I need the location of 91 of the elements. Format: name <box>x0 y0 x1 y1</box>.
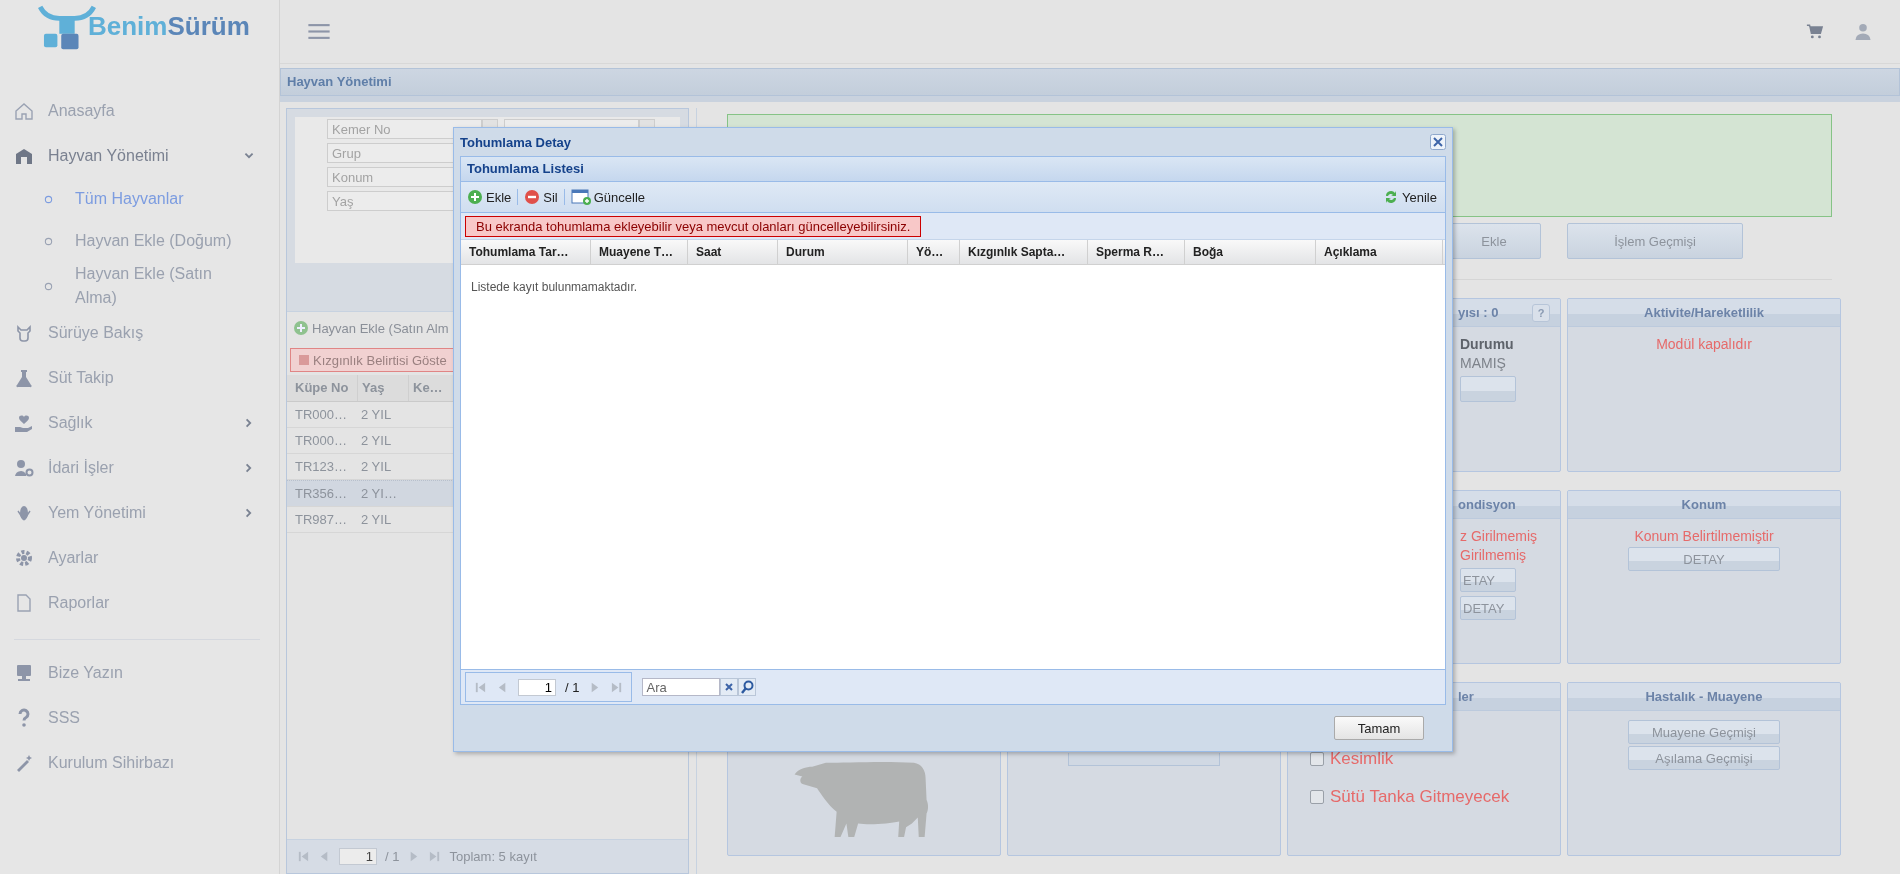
nav-subitem[interactable]: Tüm Hayvanlar <box>14 178 279 220</box>
column-header[interactable]: Açıklama <box>1316 240 1443 264</box>
nav-item[interactable]: Bize Yazın <box>14 650 279 695</box>
add-animal-button[interactable]: Hayvan Ekle (Satın Alm <box>293 320 449 336</box>
checkbox-label[interactable]: Sütü Tanka Gitmeyecek <box>1310 787 1510 807</box>
status-text: Durumu <box>1460 335 1514 353</box>
page-field[interactable]: 1 <box>339 848 377 865</box>
page-count: / 1 <box>385 849 400 864</box>
nav-subitem[interactable]: Hayvan Ekle (Satın Alma) <box>14 262 279 310</box>
cow-head-icon <box>14 322 34 343</box>
ok-button[interactable]: Tamam <box>1334 716 1424 740</box>
detail-button[interactable]: Muayene Geçmişi <box>1628 720 1780 744</box>
card-title: yısı : 0 <box>1458 305 1499 320</box>
blank-button[interactable] <box>1460 376 1516 402</box>
help-button[interactable]: ? <box>1532 304 1550 322</box>
first-page-icon[interactable] <box>474 680 487 694</box>
card-title: ondisyon <box>1458 497 1516 512</box>
column-header[interactable]: Yö… <box>908 240 960 264</box>
circle-icon <box>44 194 53 204</box>
flask-icon <box>14 367 34 388</box>
last-page-icon[interactable] <box>610 680 624 694</box>
logo-text: BenimSürüm <box>88 10 250 42</box>
window-add-icon <box>570 189 591 205</box>
panel-title-bar: Tohumlama Listesi <box>461 157 1445 182</box>
card-title: Hastalık - Muayene <box>1645 689 1763 704</box>
status-text: MAMIŞ <box>1460 354 1506 372</box>
detail-button[interactable]: DETAY <box>1460 596 1516 620</box>
card-title: Konum <box>1681 497 1727 512</box>
circle-icon <box>44 236 53 246</box>
circle-icon <box>44 281 53 291</box>
column-header[interactable]: Küpe No <box>291 375 358 401</box>
nav-item[interactable]: Ayarlar <box>14 535 279 580</box>
card-title: Aktivite/Hareketlilik <box>1644 305 1764 320</box>
detail-button[interactable]: DETAY <box>1628 547 1780 571</box>
column-header[interactable]: Boğa <box>1185 240 1316 264</box>
column-header[interactable]: Saat <box>688 240 778 264</box>
monitor-icon <box>14 662 34 683</box>
cart-icon[interactable] <box>1806 23 1824 40</box>
last-page-icon[interactable] <box>428 850 442 863</box>
empty-message: Listede kayıt bulunmamaktadır. <box>471 280 638 294</box>
plus-icon <box>293 320 309 336</box>
nav-item[interactable]: İdari İşler <box>14 445 279 490</box>
detail-button[interactable]: Aşılama Geçmişi <box>1628 746 1780 770</box>
page-field[interactable]: 1 <box>518 678 556 696</box>
status-text: Konum Belirtilmemiştir <box>1634 527 1774 545</box>
status-text: z Girilmemiş <box>1460 527 1537 545</box>
nav-item[interactable]: Anasayfa <box>14 88 279 133</box>
refresh-button[interactable]: Yenile <box>1383 189 1437 205</box>
nav-item[interactable]: Sağlık <box>14 400 279 445</box>
nav-item[interactable]: Sürüye Bakış <box>14 310 279 355</box>
notice-message: Bu ekranda tohumlama ekleyebilir veya mevcut olanları güncelleyebilirsiniz. <box>465 215 922 237</box>
status-text: Modül kapalıdır <box>1656 335 1752 353</box>
panel-title-bar: Hayvan Yönetimi <box>280 68 1900 96</box>
menu-icon[interactable] <box>308 23 330 40</box>
settings-icon <box>14 547 34 568</box>
user-icon[interactable] <box>1854 23 1872 40</box>
column-header[interactable]: Durum <box>778 240 908 264</box>
minus-icon <box>524 189 541 205</box>
nav-item[interactable]: Yem Yönetimi <box>14 490 279 535</box>
close-icon[interactable] <box>1430 134 1446 150</box>
nav-item[interactable]: Süt Takip <box>14 355 279 400</box>
clear-icon[interactable] <box>720 678 739 696</box>
nav-item[interactable]: Hayvan Yönetimi <box>14 133 279 178</box>
card-title: ler <box>1458 689 1474 704</box>
search-icon[interactable] <box>738 678 757 696</box>
first-page-icon[interactable] <box>297 850 310 863</box>
column-header[interactable]: Tohumlama Tar… <box>461 240 591 264</box>
record-count: Toplam: 5 kayıt <box>449 849 537 864</box>
checkbox[interactable] <box>1310 752 1324 766</box>
nav-item[interactable]: Raporlar <box>14 580 279 625</box>
user-gear-icon <box>14 457 34 478</box>
search-field[interactable]: Ara <box>642 678 721 696</box>
column-header[interactable]: Muayene T… <box>591 240 688 264</box>
plus-icon <box>467 189 483 205</box>
nav-item[interactable]: SSS <box>14 695 279 740</box>
home-icon <box>14 100 34 121</box>
checkbox-label[interactable]: Kesimlik <box>1310 749 1510 769</box>
column-header[interactable]: Kızgınlık Sapta… <box>960 240 1088 264</box>
column-header[interactable]: Yaş <box>358 375 409 401</box>
delete-button[interactable]: Sil <box>524 189 558 205</box>
column-header[interactable]: Sperma R… <box>1088 240 1185 264</box>
file-icon <box>14 592 34 613</box>
blank-button[interactable] <box>1068 753 1220 766</box>
edit-button[interactable]: Güncelle <box>570 189 646 205</box>
status-text: Girilmemiş <box>1460 546 1527 564</box>
action-button[interactable]: İşlem Geçmişi <box>1567 223 1743 259</box>
detail-button[interactable]: ETAY <box>1460 568 1516 592</box>
checkbox[interactable] <box>1310 790 1324 804</box>
nav-subitem[interactable]: Hayvan Ekle (Doğum) <box>14 220 279 262</box>
page-count: / 1 <box>565 679 580 695</box>
nav-item[interactable]: Kurulum Sihirbazı <box>14 740 279 785</box>
